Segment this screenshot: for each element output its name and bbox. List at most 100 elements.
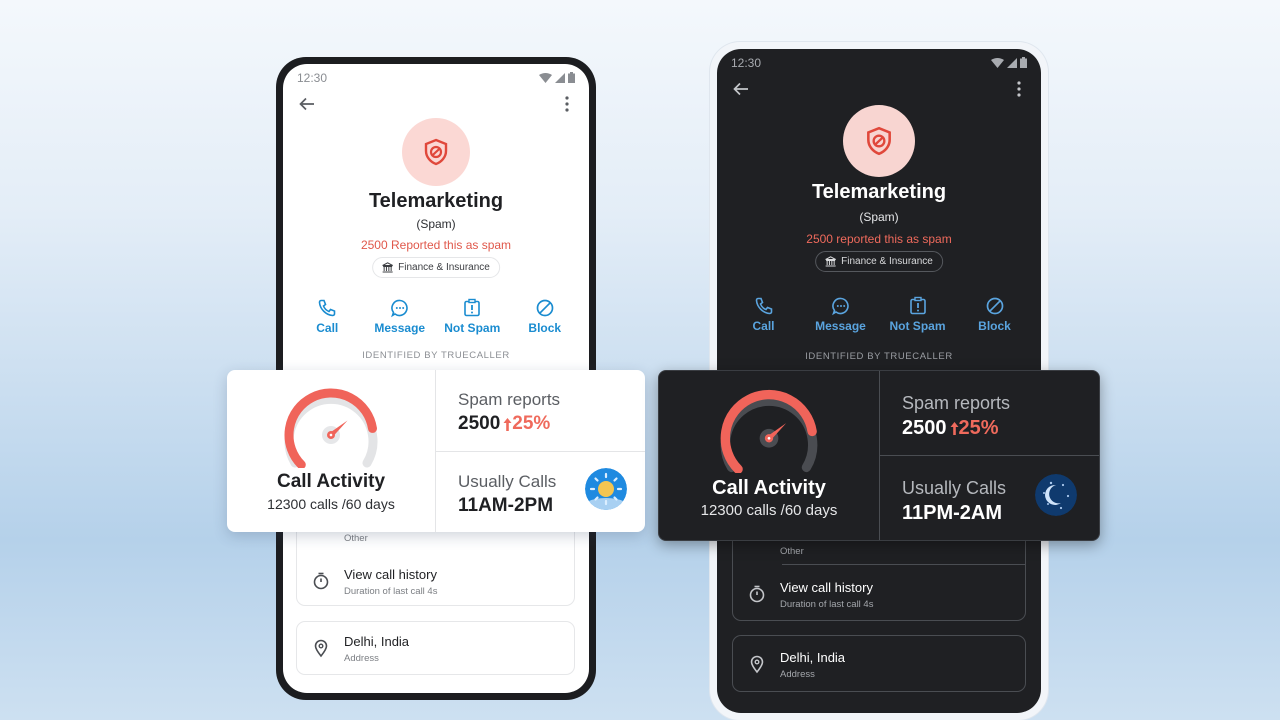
- address-caption: Address: [344, 653, 379, 664]
- top-app-bar: [717, 77, 1041, 101]
- battery-icon: [1020, 57, 1027, 68]
- spam-reports-change: 25%: [950, 417, 999, 440]
- call-activity-subtitle: 12300 calls /60 days: [700, 502, 838, 519]
- usually-calls-label: Usually Calls: [902, 478, 1007, 498]
- status-bar: 12:30: [717, 55, 1041, 71]
- call-button[interactable]: Call: [729, 296, 799, 333]
- other-caption: Other: [344, 533, 368, 544]
- moon-icon: [1035, 474, 1077, 516]
- bank-icon: [382, 262, 393, 273]
- usually-calls-value: 11PM-2AM: [902, 502, 1003, 524]
- not-spam-icon: [464, 298, 481, 317]
- call-history-title: View call history: [344, 567, 437, 582]
- status-time: 12:30: [297, 71, 328, 85]
- identified-by-text: IDENTIFIED BY TRUECALLER: [362, 350, 510, 361]
- block-label: Block: [978, 319, 1011, 333]
- spam-reports-change: 25%: [503, 413, 550, 435]
- address-card[interactable]: Delhi, India Address: [732, 635, 1026, 692]
- shield-block-icon: [867, 126, 891, 156]
- signal-icon: [555, 72, 565, 83]
- stats-panel: Spam reports 2500 25% Usually Calls 11AM…: [436, 370, 645, 532]
- status-icons: [991, 57, 1027, 68]
- more-options-icon[interactable]: [1015, 80, 1023, 98]
- arrow-up-icon: [503, 417, 512, 431]
- more-options-icon[interactable]: [563, 95, 571, 113]
- stopwatch-icon: [749, 585, 765, 603]
- usually-calls-label: Usually Calls: [458, 471, 557, 491]
- not-spam-label: Not Spam: [444, 321, 501, 335]
- address-title: Delhi, India: [344, 634, 410, 649]
- spam-reports-cell: Spam reports 2500 25%: [880, 371, 1099, 456]
- spam-reports-cell: Spam reports 2500 25%: [436, 370, 645, 452]
- stopwatch-icon: [313, 572, 329, 590]
- not-spam-icon: [909, 296, 926, 315]
- address-row: Delhi, India Address: [297, 624, 574, 674]
- back-arrow-icon[interactable]: [297, 94, 317, 114]
- message-icon: [390, 299, 408, 318]
- phone-icon: [755, 297, 772, 315]
- usually-calls-value: 11AM-2PM: [458, 494, 554, 516]
- call-activity-subtitle: 12300 calls /60 days: [267, 496, 395, 512]
- call-activity-panel: Call Activity 12300 calls /60 days: [659, 371, 880, 540]
- not-spam-label: Not Spam: [889, 319, 946, 333]
- call-history-row[interactable]: View call history Duration of last call …: [297, 557, 574, 607]
- message-icon: [831, 297, 849, 316]
- spam-avatar: [843, 105, 915, 177]
- spam-reports-label: Spam reports: [902, 393, 1011, 413]
- spam-reports-value: 2500: [902, 417, 947, 439]
- usually-calls-cell: Usually Calls 11PM-2AM: [880, 456, 1099, 540]
- message-label: Message: [374, 321, 426, 335]
- call-label: Call: [752, 319, 775, 333]
- spam-reports-change-value: 25%: [958, 417, 999, 439]
- message-button[interactable]: Message: [365, 298, 435, 335]
- battery-icon: [568, 72, 575, 83]
- call-activity-title: Call Activity: [276, 471, 386, 492]
- card-divider: [782, 564, 1025, 565]
- stats-panel: Spam reports 2500 25% Usually Calls 11PM…: [880, 371, 1099, 540]
- contact-label: (Spam): [416, 217, 456, 231]
- call-activity-gauge: [284, 388, 378, 468]
- location-pin-icon: [314, 639, 328, 658]
- call-activity-gauge: [720, 389, 818, 473]
- contact-label: (Spam): [859, 210, 899, 224]
- call-activity-title: Call Activity: [712, 477, 826, 499]
- block-icon: [536, 299, 554, 317]
- spam-reports-value: 2500: [458, 413, 501, 434]
- category-chip-label: Finance & Insurance: [841, 256, 933, 267]
- light-insights-card: Call Activity 12300 calls /60 days Spam …: [227, 370, 645, 532]
- block-button[interactable]: Block: [960, 296, 1030, 333]
- call-label: Call: [316, 321, 339, 335]
- status-time: 12:30: [731, 56, 762, 70]
- shield-block-icon: [424, 138, 448, 166]
- identified-by-text: IDENTIFIED BY TRUECALLER: [805, 351, 953, 362]
- action-row: Call Message Not Spam Block: [283, 298, 589, 335]
- spam-reports-value-row: 2500 25%: [458, 413, 550, 435]
- not-spam-button[interactable]: Not Spam: [883, 296, 953, 333]
- block-label: Block: [528, 321, 562, 335]
- spam-avatar: [402, 118, 470, 186]
- category-chip[interactable]: Finance & Insurance: [372, 257, 500, 278]
- usually-calls-cell: Usually Calls 11AM-2PM: [436, 452, 645, 533]
- message-button[interactable]: Message: [806, 296, 876, 333]
- block-button[interactable]: Block: [510, 298, 580, 335]
- call-history-title: View call history: [780, 580, 873, 595]
- address-row: Delhi, India Address: [733, 640, 1025, 690]
- call-button[interactable]: Call: [292, 298, 362, 335]
- contact-name: Telemarketing: [811, 181, 947, 203]
- back-arrow-icon[interactable]: [731, 79, 751, 99]
- contact-name: Telemarketing: [368, 190, 504, 212]
- category-chip-label: Finance & Insurance: [398, 262, 490, 273]
- call-history-row[interactable]: View call history Duration of last call …: [733, 570, 1025, 620]
- top-app-bar: [283, 92, 589, 116]
- spam-report-count: 2500 Reported this as spam: [360, 238, 512, 252]
- signal-icon: [1007, 57, 1017, 68]
- category-chip[interactable]: Finance & Insurance: [815, 251, 943, 272]
- other-caption: Other: [780, 546, 804, 557]
- message-label: Message: [815, 319, 866, 333]
- call-history-caption: Duration of last call 4s: [780, 599, 874, 610]
- status-bar: 12:30: [283, 70, 589, 86]
- sun-icon: [585, 467, 627, 510]
- not-spam-button[interactable]: Not Spam: [437, 298, 507, 335]
- address-caption: Address: [780, 669, 815, 680]
- address-card[interactable]: Delhi, India Address: [296, 621, 575, 675]
